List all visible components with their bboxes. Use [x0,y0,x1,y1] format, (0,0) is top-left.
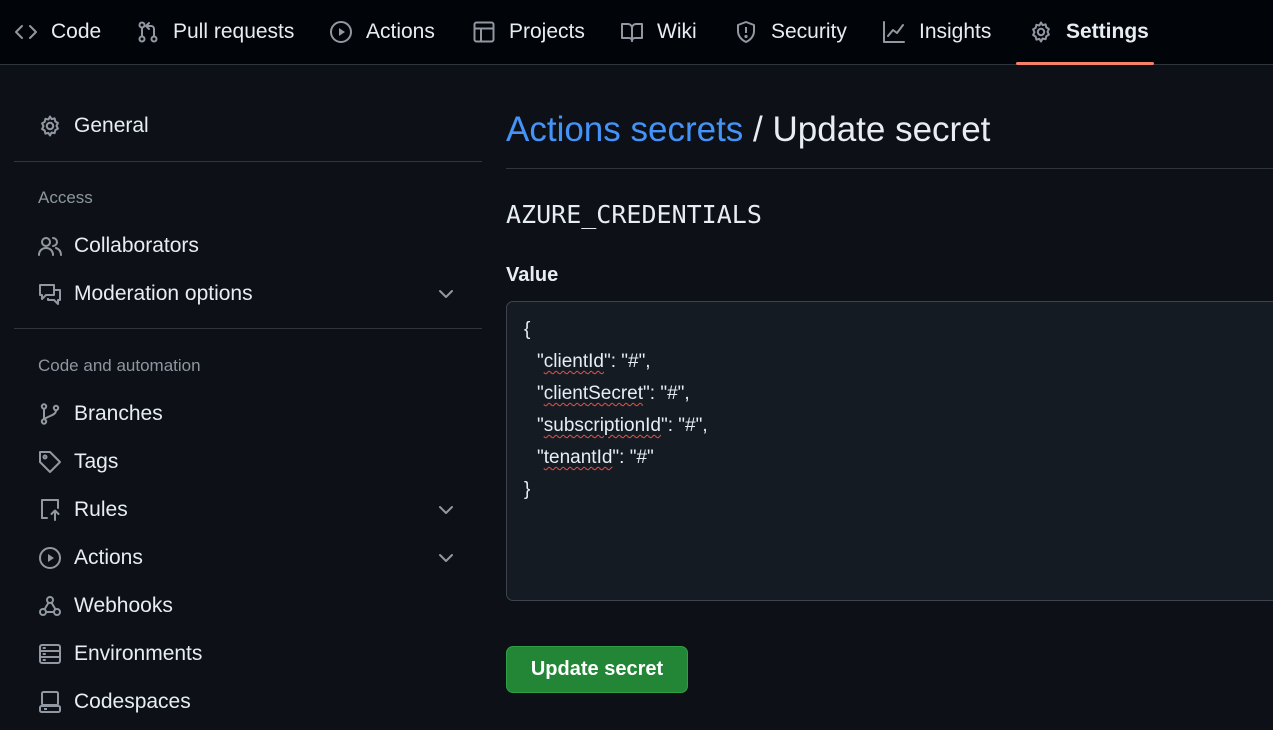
sidebar-item-environments[interactable]: Environments [38,637,202,671]
graph-icon [883,21,905,43]
sidebar-item-label: Rules [74,498,128,521]
tab-pull-requests[interactable]: Pull requests [136,0,294,64]
tab-label: Insights [919,20,992,43]
value-line-tenantid: "tenantId": "#" [537,447,654,468]
tab-insights[interactable]: Insights [882,0,991,64]
sidebar-item-webhooks[interactable]: Webhooks [38,589,173,623]
sidebar-item-label: Actions [74,546,143,569]
tab-code[interactable]: Code [14,0,101,64]
sidebar-item-label: Moderation options [74,282,253,305]
repo-push-icon [41,499,60,521]
sidebar-item-tags[interactable]: Tags [38,445,118,479]
git-branch-icon [40,403,60,425]
webhook-icon [39,596,61,616]
codespaces-icon [39,691,61,713]
sidebar-item-collaborators[interactable]: Collaborators [38,229,199,263]
sidebar-item-label: Collaborators [74,234,199,257]
table-icon [473,21,495,43]
page-title-text: Update secret [772,110,991,149]
value-line-clientid: "clientId": "#", [537,351,651,372]
gear-icon [41,115,59,137]
people-icon [38,237,62,256]
server-icon [39,644,61,664]
sidebar-item-actions[interactable]: Actions [38,541,143,575]
sidebar-item-label: Environments [74,642,203,665]
title-divider [506,168,1273,169]
chevron-down-icon[interactable] [436,548,456,568]
tab-label: Security [771,20,847,43]
breadcrumb-separator: / [743,110,773,149]
tab-wiki[interactable]: Wiki [620,0,697,64]
sidebar-divider [14,328,482,329]
value-line-open: { [524,319,531,340]
sidebar-item-general[interactable]: General [38,109,149,143]
value-label: Value [506,264,559,286]
chevron-down-icon[interactable] [436,284,456,304]
sidebar-section-access: Access [38,188,93,207]
tab-label: Settings [1066,20,1149,43]
tab-projects[interactable]: Projects [472,0,585,64]
value-line-close: } [524,479,531,500]
comment-discussion-icon [39,284,61,305]
tab-label: Projects [509,20,585,43]
value-line-clientsecret: "clientSecret": "#", [537,383,690,404]
book-icon [621,23,643,42]
value-line-subscriptionid: "subscriptionId": "#", [537,415,708,436]
sidebar-section-code-automation: Code and automation [38,356,201,375]
sidebar-item-label: Branches [74,402,163,425]
play-icon [39,547,61,569]
code-icon [15,25,37,39]
tab-settings[interactable]: Settings [1029,0,1149,64]
breadcrumb-actions-secrets-link[interactable]: Actions secrets [506,110,743,149]
shield-icon [737,21,755,43]
active-tab-indicator [1016,62,1154,65]
chevron-down-icon[interactable] [436,500,456,520]
tab-label: Wiki [657,20,697,43]
tag-icon [39,451,61,473]
sidebar-item-rules[interactable]: Rules [38,493,128,527]
tab-actions[interactable]: Actions [329,0,435,64]
sidebar-item-label: General [74,114,149,137]
sidebar-divider [14,161,482,162]
sidebar-item-branches[interactable]: Branches [38,397,163,431]
sidebar-item-label: Webhooks [74,594,173,617]
sidebar-item-label: Tags [74,450,119,473]
tab-label: Pull requests [173,20,295,43]
page-title: Actions secrets / Update secret [506,110,990,150]
gear-icon [1032,21,1050,43]
sidebar-item-codespaces[interactable]: Codespaces [38,685,191,719]
tab-label: Actions [366,20,435,43]
tab-label: Code [51,20,102,43]
sidebar-item-label: Codespaces [74,690,191,713]
update-secret-button[interactable]: Update secret [506,646,688,693]
tab-security[interactable]: Security [734,0,847,64]
sidebar-item-moderation-options[interactable]: Moderation options [38,277,253,311]
repo-nav: Code Pull requests Actions Projects Wiki… [0,0,1273,65]
secret-name: AZURE_CREDENTIALS [506,200,762,229]
play-icon [330,21,352,43]
git-pull-request-icon [138,21,158,43]
